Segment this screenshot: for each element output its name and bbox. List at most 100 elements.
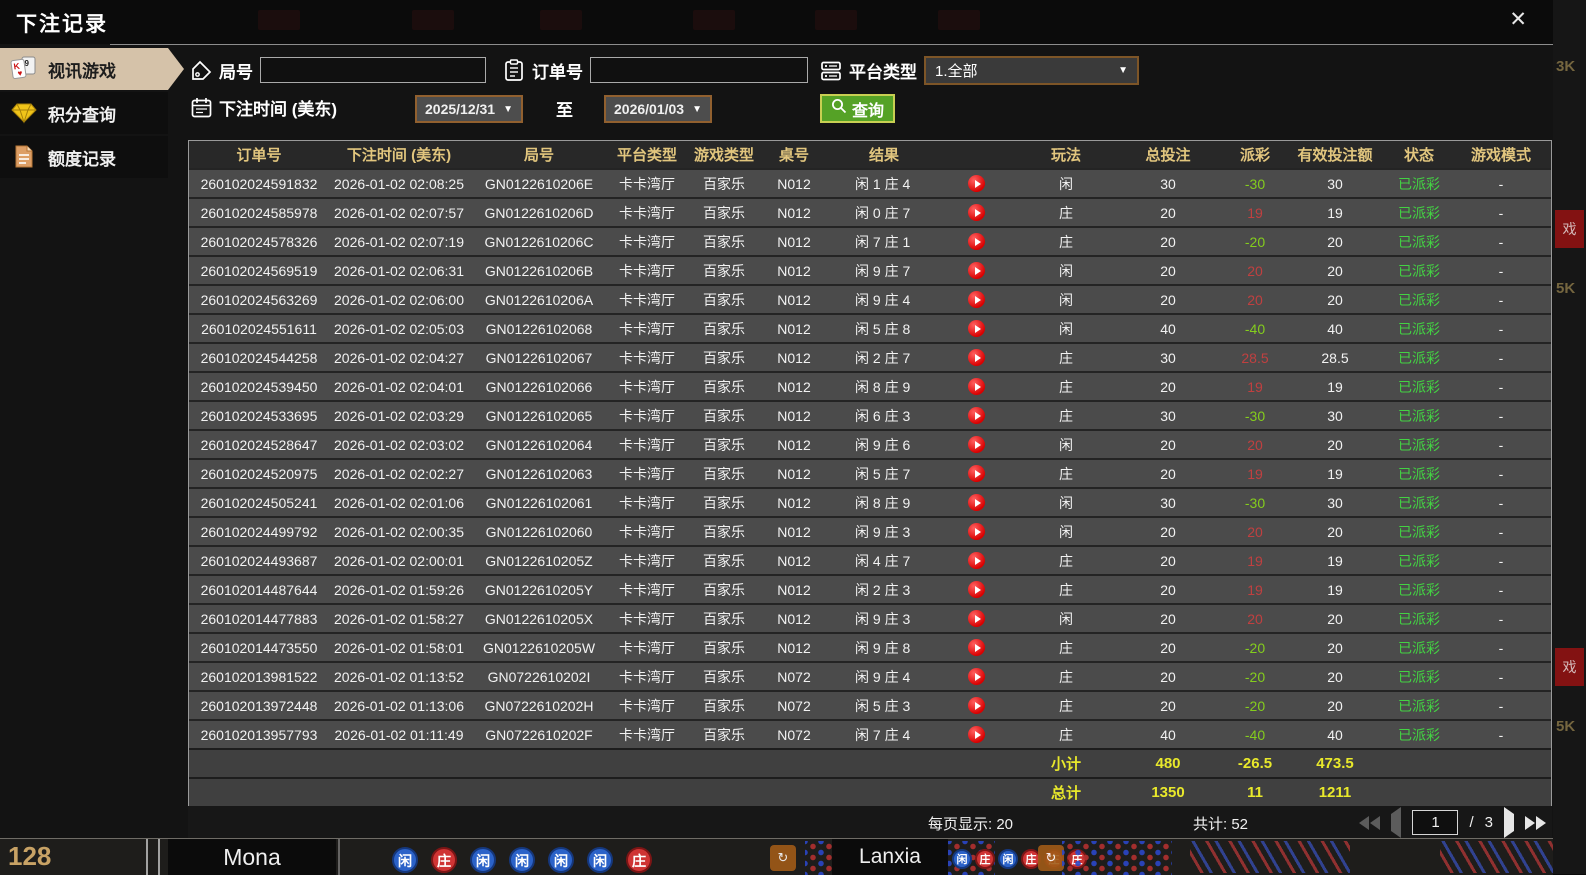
replay-video-icon[interactable]	[968, 378, 985, 395]
cell-result: 闲 7 庄 4	[825, 725, 1023, 745]
playing-cards-icon: 9 K ♥	[10, 56, 38, 82]
background-bead-road	[1062, 841, 1172, 875]
cell-game-type: 百家乐	[703, 697, 745, 714]
date-to-select[interactable]: 2026/01/03 ▼	[604, 95, 712, 123]
bet-time-filter-group: 下注时间 (美东)	[190, 95, 337, 120]
banker-mark: 庄	[431, 847, 457, 873]
play-triangle-icon	[974, 643, 981, 652]
background-red-badge: 戏	[1555, 648, 1584, 686]
close-icon[interactable]: ✕	[1509, 7, 1527, 33]
cell-table-no: N072	[777, 726, 811, 743]
search-button[interactable]: 查询	[820, 94, 896, 123]
cell-valid-bet: 20	[1327, 262, 1343, 279]
cell-status: 已派彩	[1398, 494, 1440, 511]
cell-table-no: N012	[777, 291, 811, 308]
result-text: 闲 9 庄 6	[855, 436, 911, 453]
header-total-bet: 总投注	[1145, 147, 1191, 164]
sidebar-item-points-query[interactable]: 积分查询	[0, 92, 168, 134]
play-triangle-icon	[974, 382, 981, 391]
replay-video-icon[interactable]	[968, 552, 985, 569]
replay-video-icon[interactable]	[968, 697, 985, 714]
platform-select[interactable]: 1.全部 ▼	[924, 56, 1139, 85]
replay-video-icon[interactable]	[968, 668, 985, 685]
replay-video-icon[interactable]	[968, 494, 985, 511]
page-number-input[interactable]: 1	[1412, 810, 1459, 835]
cell-order-id: 260102024505241	[200, 494, 318, 511]
order-input[interactable]	[590, 57, 808, 83]
first-page-icon[interactable]	[1359, 815, 1381, 830]
cell-game-mode: -	[1498, 291, 1504, 308]
play-triangle-icon	[974, 469, 981, 478]
cell-game-mode: -	[1498, 668, 1504, 685]
cell-result: 闲 9 庄 4	[825, 290, 1023, 310]
replay-video-icon[interactable]	[968, 291, 985, 308]
cell-game-type: 百家乐	[703, 233, 745, 250]
replay-video-icon[interactable]	[968, 204, 985, 221]
cell-order-id: 260102013972448	[200, 697, 318, 714]
grand-total-payout: 11	[1247, 784, 1263, 801]
replay-video-icon[interactable]	[968, 610, 985, 627]
sidebar-item-quota-records[interactable]: 额度记录	[0, 136, 168, 178]
sidebar-item-video-games[interactable]: 9 K ♥ 视讯游戏	[0, 48, 184, 90]
cell-bet-time: 2026-01-02 02:07:19	[334, 233, 464, 250]
cell-play: 庄	[1059, 581, 1073, 598]
cell-order-id: 260102024533695	[200, 407, 318, 424]
calendar-icon	[190, 97, 212, 119]
replay-video-icon[interactable]	[968, 639, 985, 656]
replay-video-icon[interactable]	[968, 407, 985, 424]
platform-select-value: 1.全部	[935, 63, 978, 80]
round-input[interactable]	[260, 57, 486, 83]
result-text: 闲 5 庄 7	[855, 465, 911, 482]
cell-valid-bet: 20	[1327, 610, 1343, 627]
cell-game-mode: -	[1498, 175, 1504, 192]
subtotal-row: 小计 480 -26.5 473.5	[189, 748, 1551, 777]
cell-result: 闲 5 庄 7	[825, 464, 1023, 484]
replay-video-icon[interactable]	[968, 233, 985, 250]
header-platform: 平台类型	[616, 147, 677, 164]
divider	[338, 839, 340, 875]
replay-video-icon[interactable]	[968, 175, 985, 192]
cell-game-type: 百家乐	[703, 610, 745, 627]
cell-round-no: GN0122610205Z	[485, 552, 593, 569]
cell-bet-time: 2026-01-02 02:04:01	[334, 378, 464, 395]
cell-table-no: N012	[777, 436, 811, 453]
replay-video-icon[interactable]	[968, 465, 985, 482]
cell-result: 闲 7 庄 1	[825, 232, 1023, 252]
replay-video-icon[interactable]	[968, 726, 985, 743]
replay-video-icon[interactable]	[968, 581, 985, 598]
tag-icon	[190, 59, 212, 81]
previous-page-icon[interactable]	[1391, 807, 1402, 838]
replay-video-icon[interactable]	[968, 436, 985, 453]
result-text: 闲 0 庄 7	[855, 204, 911, 221]
result-text: 闲 7 庄 4	[855, 726, 911, 743]
replay-video-icon[interactable]	[968, 262, 985, 279]
next-page-icon[interactable]	[1504, 807, 1514, 838]
cell-order-id: 260102024493687	[200, 552, 318, 569]
date-from-select[interactable]: 2025/12/31 ▼	[415, 95, 523, 123]
cell-status: 已派彩	[1398, 581, 1440, 598]
date-range-to: 至	[556, 96, 573, 121]
cell-table-no: N012	[777, 407, 811, 424]
result-text: 闲 8 庄 9	[855, 378, 911, 395]
cell-status: 已派彩	[1398, 204, 1440, 221]
diamond-icon	[10, 100, 38, 126]
cell-game-type: 百家乐	[703, 726, 745, 743]
sidebar-item-label: 额度记录	[48, 149, 116, 169]
result-text: 闲 6 庄 3	[855, 407, 911, 424]
grand-total-valid-bet: 1211	[1318, 784, 1352, 801]
page-separator: /	[1469, 814, 1474, 831]
replay-video-icon[interactable]	[968, 349, 985, 366]
grand-total-total-bet: 1350	[1151, 784, 1185, 801]
cell-play: 闲	[1059, 291, 1073, 308]
header-result: 结果	[869, 147, 900, 164]
replay-video-icon[interactable]	[968, 523, 985, 540]
play-triangle-icon	[974, 295, 981, 304]
cell-payout: -40	[1244, 726, 1266, 743]
replay-video-icon[interactable]	[968, 320, 985, 337]
cell-total-bet: 40	[1160, 320, 1176, 337]
header-order-id: 订单号	[236, 147, 282, 164]
cell-table-no: N072	[777, 697, 811, 714]
last-page-icon[interactable]	[1525, 815, 1546, 830]
grand-total-label: 总计	[1050, 785, 1081, 802]
header-payout: 派彩	[1239, 147, 1270, 164]
